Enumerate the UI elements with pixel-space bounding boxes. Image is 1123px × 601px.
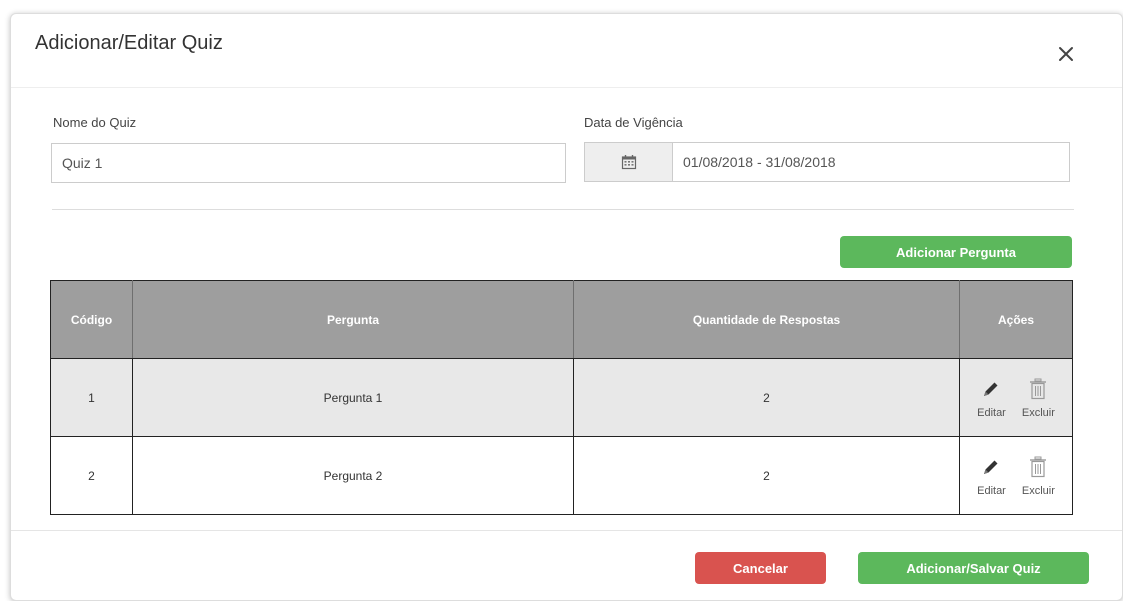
cell-answers: 2 xyxy=(573,436,960,515)
modal-title: Adicionar/Editar Quiz xyxy=(35,32,223,54)
delete-button[interactable]: Excluir xyxy=(1022,377,1055,419)
cell-question: Pergunta 1 xyxy=(132,358,574,437)
delete-label: Excluir xyxy=(1021,406,1055,419)
quiz-modal: Adicionar/Editar Quiz Nome do Quiz Data … xyxy=(10,13,1123,601)
cell-code: 1 xyxy=(50,358,133,437)
pencil-icon xyxy=(981,455,1001,479)
close-button[interactable] xyxy=(1056,44,1076,64)
quiz-name-input[interactable] xyxy=(51,143,566,183)
pencil-icon xyxy=(981,377,1001,401)
modal-header: Adicionar/Editar Quiz xyxy=(11,14,1122,88)
cell-question: Pergunta 2 xyxy=(132,436,574,515)
column-header-code: Código xyxy=(50,280,133,359)
form-divider xyxy=(52,209,1074,210)
date-range-field xyxy=(584,142,1070,182)
questions-table: Código Pergunta Quantidade de Respostas … xyxy=(50,280,1073,515)
quiz-name-label: Nome do Quiz xyxy=(53,115,137,130)
cell-actions: Editar Excluir xyxy=(959,436,1073,515)
edit-label: Editar xyxy=(977,406,1006,419)
add-question-button[interactable]: Adicionar Pergunta xyxy=(840,236,1072,268)
close-icon xyxy=(1059,47,1073,61)
calendar-button[interactable] xyxy=(585,143,673,181)
save-quiz-button[interactable]: Adicionar/Salvar Quiz xyxy=(858,552,1089,584)
cancel-button[interactable]: Cancelar xyxy=(695,552,826,584)
modal-footer-divider xyxy=(11,530,1122,531)
date-range-input[interactable] xyxy=(673,143,1069,181)
column-header-actions: Ações xyxy=(959,280,1073,359)
date-range-label: Data de Vigência xyxy=(584,115,683,130)
table-row: 2 Pergunta 2 2 Editar Excluir xyxy=(50,436,1073,515)
delete-button[interactable]: Excluir xyxy=(1022,455,1055,497)
column-header-answers: Quantidade de Respostas xyxy=(573,280,960,359)
cell-answers: 2 xyxy=(573,358,960,437)
edit-button[interactable]: Editar xyxy=(977,377,1006,419)
trash-icon xyxy=(1028,377,1048,401)
calendar-icon xyxy=(621,155,636,170)
trash-icon xyxy=(1028,455,1048,479)
cell-actions: Editar Excluir xyxy=(959,358,1073,437)
table-header-row: Código Pergunta Quantidade de Respostas … xyxy=(50,280,1073,359)
edit-label: Editar xyxy=(977,484,1006,497)
cell-code: 2 xyxy=(50,436,133,515)
edit-button[interactable]: Editar xyxy=(977,455,1006,497)
column-header-question: Pergunta xyxy=(132,280,574,359)
delete-label: Excluir xyxy=(1021,484,1055,497)
table-row: 1 Pergunta 1 2 Editar Excluir xyxy=(50,358,1073,437)
